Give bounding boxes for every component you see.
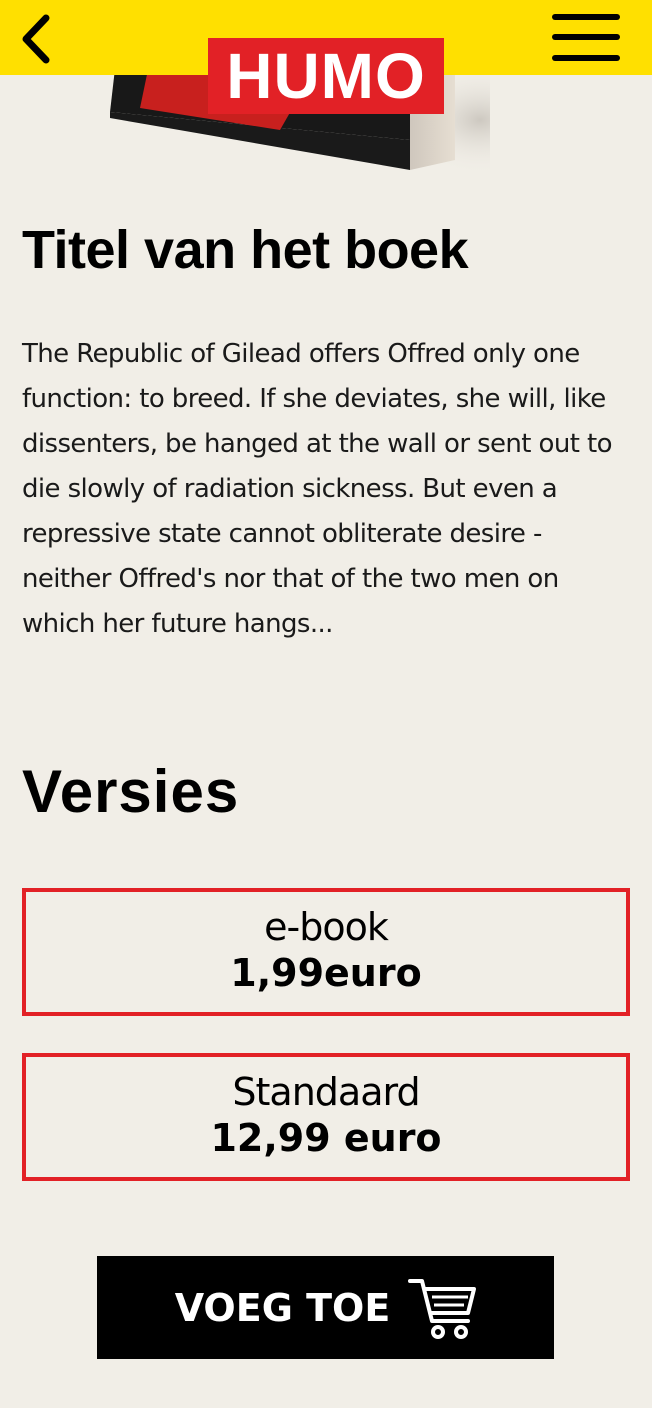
hamburger-menu-icon xyxy=(552,14,620,20)
add-to-cart-button[interactable]: VOEG TOE xyxy=(97,1256,554,1359)
version-price: 12,99 euro xyxy=(210,1116,442,1160)
menu-button[interactable] xyxy=(548,12,628,66)
version-name: Standaard xyxy=(232,1070,420,1114)
version-price: 1,99euro xyxy=(230,951,422,995)
book-description: The Republic of Gilead offers Offred onl… xyxy=(22,339,613,639)
version-option-ebook[interactable]: e-book 1,99euro xyxy=(22,888,630,1016)
version-name: e-book xyxy=(264,905,389,949)
back-button[interactable] xyxy=(14,12,60,66)
version-option-standard[interactable]: Standaard 12,99 euro xyxy=(22,1053,630,1181)
shopping-cart-icon xyxy=(408,1278,477,1339)
hamburger-menu-icon-line xyxy=(552,55,620,61)
hamburger-menu-icon-line xyxy=(552,34,620,40)
chevron-left-icon xyxy=(22,14,50,64)
add-to-cart-label: VOEG TOE xyxy=(174,1285,391,1330)
humo-logo[interactable]: HUMO xyxy=(208,38,444,114)
versions-heading: Versies xyxy=(22,758,240,825)
book-title: Titel van het boek xyxy=(22,220,469,280)
